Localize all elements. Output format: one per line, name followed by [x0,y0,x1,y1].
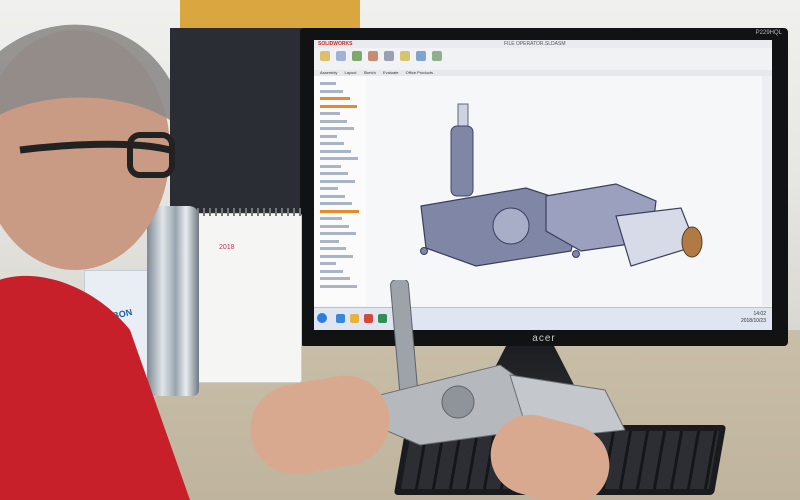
taskbar-folder-icon[interactable] [350,314,359,323]
tree-node[interactable] [320,254,353,258]
tree-node[interactable] [320,202,352,205]
taskbar-ie-icon[interactable] [336,314,345,323]
cad-ribbon[interactable] [314,48,772,71]
task-pane[interactable] [762,76,772,306]
part-shaft [390,280,419,400]
ribbon-button[interactable] [336,51,346,61]
taskbar-clock: 14:02 2018/10/23 [741,311,766,325]
tree-node[interactable] [320,172,348,175]
shaft-tip [457,103,469,127]
tab-assembly[interactable]: Assembly [320,70,337,75]
tree-node[interactable] [320,149,351,153]
tree-node[interactable] [320,194,345,198]
calendar-year: 2018 [219,244,235,251]
tree-node[interactable] [320,277,350,280]
start-button[interactable] [317,313,327,323]
tree-node[interactable] [320,82,336,85]
clock-time: 14:02 [753,311,766,317]
tree-node[interactable] [320,239,339,243]
tree-node[interactable] [320,89,343,93]
tree-node[interactable] [320,134,337,138]
tree-node[interactable] [320,104,357,108]
tree-node[interactable] [320,142,344,145]
tree-node[interactable] [320,232,356,235]
cad-model-svg [420,103,703,267]
tree-node[interactable] [320,164,341,168]
tab-office[interactable]: Office Products [406,70,433,75]
tree-node[interactable] [320,127,354,130]
cad-viewport[interactable] [366,76,762,306]
tab-evaluate[interactable]: Evaluate [383,70,399,75]
tree-node[interactable] [320,112,340,115]
red-shirt [0,276,190,500]
tree-node[interactable] [320,262,336,265]
calendar-grid [201,274,291,354]
ribbon-button[interactable] [432,51,442,61]
tree-node[interactable] [320,224,349,228]
ribbon-button[interactable] [416,51,426,61]
tree-node[interactable] [320,179,355,183]
ribbon-button[interactable] [320,51,330,61]
tree-node[interactable] [320,187,338,190]
tree-node[interactable] [320,97,350,100]
ribbon-button[interactable] [384,51,394,61]
monitor-model: P229HQL [755,30,782,36]
ribbon-button[interactable] [352,51,362,61]
feature-tree[interactable] [314,76,367,306]
tree-node[interactable] [320,247,346,250]
ribbon-button[interactable] [400,51,410,61]
shaft-spline [450,125,474,197]
cad-file-title: FILE OPERATOR.SLDASM [504,41,566,47]
photo-scene: P229HQL SOLIDWORKS FILE OPERATOR.SLDASM … [0,0,800,500]
tab-sketch[interactable]: Sketch [364,70,376,75]
clock-date: 2018/10/23 [740,318,766,324]
tab-layout[interactable]: Layout [344,70,356,75]
tree-node[interactable] [320,119,347,123]
motor-end [681,226,703,258]
tree-node[interactable] [320,269,343,273]
cad-logo: SOLIDWORKS [318,41,353,47]
gear-housing [492,207,530,245]
tree-node[interactable] [320,157,358,160]
mount-hole [572,250,580,258]
tree-node[interactable] [320,284,357,288]
tree-node[interactable] [320,209,359,213]
taskbar-app-icon[interactable] [364,314,373,323]
mount-hole [420,247,428,255]
part-gear [441,385,475,419]
tree-node[interactable] [320,217,342,220]
engineer-person [0,24,190,500]
ribbon-button[interactable] [368,51,378,61]
